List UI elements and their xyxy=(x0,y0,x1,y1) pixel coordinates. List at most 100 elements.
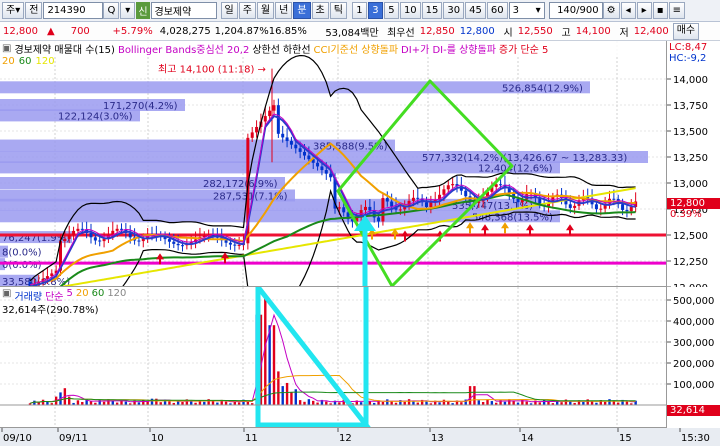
period-tabs: 일주월년분초틱 xyxy=(220,2,348,19)
volume-bar xyxy=(41,399,45,405)
interval-tab-30[interactable]: 30 xyxy=(443,2,465,19)
candle-body xyxy=(255,126,259,133)
price-indicator-legend: ▣ 경보제약 매물대 수(15) Bollinger Bands중심선 20,2… xyxy=(0,41,666,56)
interval-tab-10[interactable]: 10 xyxy=(399,2,421,19)
period-tab-2[interactable]: 월 xyxy=(256,2,275,19)
period-tab-4[interactable]: 분 xyxy=(293,2,311,19)
volume-bar xyxy=(325,401,328,405)
ma-period-20[interactable]: 20 xyxy=(2,56,15,67)
volume-chart-pane[interactable]: ▣ 거래량 단순 5 20 60 120 32,614주(290.78%) xyxy=(0,287,666,428)
date-tick-label: 09/11 xyxy=(59,433,88,444)
arrow-left-icon[interactable]: ◂ xyxy=(620,2,636,19)
interval-tab-15[interactable]: 15 xyxy=(421,2,443,19)
volume-bar xyxy=(111,400,114,405)
pin-icon[interactable]: ▪ xyxy=(652,2,668,19)
interval-select[interactable]: 3 ▾ xyxy=(508,2,545,19)
volume-bar xyxy=(425,401,428,405)
volume-bar xyxy=(268,325,271,405)
candle-body xyxy=(385,198,389,202)
candle-body xyxy=(63,238,67,242)
interval-tab-1[interactable]: 1 xyxy=(351,2,367,19)
stock-code-input[interactable]: 214390 xyxy=(43,2,104,19)
volume-bar xyxy=(33,400,36,405)
low-price: 12,400 xyxy=(633,25,669,37)
candle-body xyxy=(612,198,616,200)
volume-tick-label: 300,000 xyxy=(673,338,714,349)
date-tick-label: 15:30 xyxy=(681,433,710,444)
candle-body xyxy=(72,230,76,235)
volume-tick-label: 100,000 xyxy=(673,380,714,391)
candle-body xyxy=(442,189,446,195)
volume-bar xyxy=(486,399,489,405)
interval-tab-45[interactable]: 45 xyxy=(465,2,486,19)
indicator-sma[interactable]: 증가 단순 5 xyxy=(499,41,549,56)
ma-period-120[interactable]: 120 xyxy=(35,56,54,67)
candle-body xyxy=(625,209,629,212)
chart-type-select[interactable]: 주 ▾ xyxy=(2,2,25,19)
arrow-right-icon[interactable]: ▸ xyxy=(636,2,652,19)
volume-bar xyxy=(490,401,494,405)
candle-body xyxy=(599,208,603,210)
turnover-rate: 16.85% xyxy=(268,25,307,37)
volume-bar xyxy=(124,401,128,405)
settings-icon[interactable]: ▣ xyxy=(2,43,11,54)
volume-axis[interactable]: 500,000 400,000 300,000 200,000 100,000 32,6… xyxy=(666,287,720,428)
date-tick-label: 14 xyxy=(521,433,534,444)
open-label: 시 xyxy=(503,27,513,39)
signal-arrow-icon xyxy=(466,222,474,234)
period-tab-5[interactable]: 초 xyxy=(311,2,329,19)
ma-period-60[interactable]: 60 xyxy=(19,56,32,67)
bar-count-field[interactable]: 140/900 xyxy=(548,2,603,19)
volume-bar xyxy=(68,396,71,405)
candle-body xyxy=(128,233,132,238)
indicator-stock-name[interactable]: 경보제약 매물대 수(15) xyxy=(14,41,115,56)
period-tab-3[interactable]: 년 xyxy=(275,2,293,19)
chart-toolbar: 주 ▾ 전 214390 Q ▾ 신 경보제약 일주월년분초틱 1 3 5 10 15 30… xyxy=(0,0,720,22)
indicator-cci[interactable]: CCI기준선 상향돌파 xyxy=(314,41,399,56)
price-tick-label: 12,250 xyxy=(673,257,708,268)
date-axis[interactable]: 09/10 09/11 10 11 12 13 14 15 15:30 xyxy=(0,428,720,446)
stock-name-field[interactable]: 경보제약 xyxy=(150,2,217,19)
buy-order-button[interactable]: 매수 xyxy=(672,22,700,40)
period-tab-1[interactable]: 주 xyxy=(238,2,256,19)
candle-body xyxy=(416,197,420,199)
volume-ma-line xyxy=(29,313,636,404)
candle-body xyxy=(337,207,341,209)
volume-chart xyxy=(0,287,666,427)
date-tick-label: 13 xyxy=(431,433,444,444)
candle-body xyxy=(294,144,298,149)
price-axis[interactable]: LC:8,47 HC:-9,2 14,000 13,750 13,500 13,250… xyxy=(666,41,720,287)
prev-button[interactable]: 전 xyxy=(25,2,43,19)
lock-dropdown-icon[interactable]: ▾ xyxy=(120,2,136,19)
interval-tab-3[interactable]: 3 xyxy=(367,2,383,19)
settings-icon[interactable]: ⚙ xyxy=(602,2,620,19)
indicator-bollinger[interactable]: Bollinger Bands중심선 20,2 xyxy=(118,41,249,56)
candle-body xyxy=(411,197,415,201)
price-chart-pane[interactable]: 171,270(4.2%) 122,124(3.0%) 526,854(12.9%)… xyxy=(0,41,666,287)
interval-tab-60[interactable]: 60 xyxy=(486,2,508,19)
candle-body xyxy=(167,239,171,242)
candle-body xyxy=(425,202,428,208)
candle-body xyxy=(263,116,267,122)
volume-bar xyxy=(307,399,311,405)
volume-period-120[interactable]: 120 xyxy=(107,288,126,303)
indicator-dmi[interactable]: DI+가 DI-를 상향돌파 xyxy=(401,41,496,56)
volume-profile-label: 171,270(4.2%) xyxy=(103,101,178,112)
volume-tick-label: 400,000 xyxy=(673,317,714,328)
indicator-bollinger-upper[interactable]: 상한선 xyxy=(252,41,280,56)
period-tab-0[interactable]: 일 xyxy=(220,2,238,19)
candle-body xyxy=(342,207,346,213)
candle-body xyxy=(89,233,93,238)
candle-body xyxy=(176,243,180,246)
menu-icon[interactable]: ≡ xyxy=(668,2,685,19)
period-tab-6[interactable]: 틱 xyxy=(329,2,347,19)
trade-amount: 53,084백만 xyxy=(325,27,379,39)
search-icon[interactable]: Q xyxy=(103,2,120,19)
candle-body xyxy=(398,209,402,211)
candle-body xyxy=(228,242,232,245)
indicator-bollinger-lower[interactable]: 하한선 xyxy=(283,41,311,56)
candle-body xyxy=(377,217,381,222)
date-tick-label: 10 xyxy=(151,433,164,444)
priority-label: 최우선 xyxy=(387,27,415,39)
interval-tab-5[interactable]: 5 xyxy=(383,2,399,19)
